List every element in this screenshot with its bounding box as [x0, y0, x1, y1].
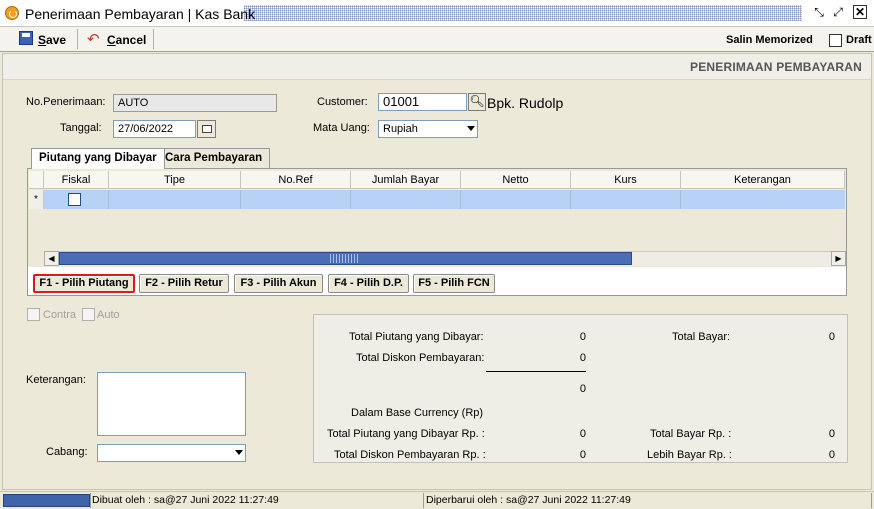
fiskal-checkbox[interactable]	[68, 193, 81, 206]
pilih-dp-button[interactable]: F4 - Pilih D.P.	[328, 274, 409, 293]
chevron-down-icon	[235, 450, 243, 455]
total-diskon-rp-label: Total Diskon Pembayaran Rp. :	[334, 449, 486, 461]
mata-uang-label: Mata Uang:	[313, 122, 370, 134]
customer-field[interactable]: 01001	[378, 93, 467, 111]
total-bayar-rp-value: 0	[828, 428, 835, 440]
tab-piutang-yang-dibayar[interactable]: Piutang yang Dibayar	[31, 148, 165, 169]
cabang-label: Cabang:	[46, 446, 88, 458]
col-header-jumlah-bayar[interactable]: Jumlah Bayar	[351, 171, 461, 189]
pilih-fcn-button[interactable]: F5 - Pilih FCN	[413, 274, 495, 293]
salin-memorized-button[interactable]: Salin Memorized	[726, 34, 813, 46]
lebih-bayar-rp-label: Lebih Bayar Rp. :	[647, 449, 732, 461]
contra-checkbox[interactable]	[27, 308, 40, 321]
draft-checkbox[interactable]	[829, 34, 842, 47]
total-diskon-value: 0	[579, 352, 586, 364]
auto-checkbox[interactable]	[82, 308, 95, 321]
contra-label: Contra	[43, 309, 77, 321]
col-header-no-ref[interactable]: No.Ref	[241, 171, 351, 189]
status-progress	[3, 494, 90, 507]
total-piutang-rp-label: Total Piutang yang Dibayar Rp. :	[327, 428, 485, 440]
pilih-akun-button[interactable]: F3 - Pilih Akun	[234, 274, 323, 293]
undo-arrow-icon: ↶	[87, 31, 100, 48]
sum-divider	[486, 371, 586, 372]
no-penerimaan-label: No.Penerimaan:	[26, 96, 106, 108]
tanggal-label: Tanggal:	[60, 122, 102, 134]
pilih-piutang-button[interactable]: F1 - Pilih Piutang	[33, 274, 135, 293]
total-bayar-value: 0	[828, 331, 835, 343]
grid-corner	[29, 171, 44, 189]
total-bayar-label: Total Bayar:	[672, 331, 731, 343]
page-title: PENERIMAAN PEMBAYARAN	[689, 60, 862, 74]
total-piutang-value: 0	[579, 331, 586, 343]
save-button[interactable]: Save	[38, 31, 66, 49]
restore-icon[interactable]: ⤡	[811, 5, 827, 21]
scroll-left-icon[interactable]: ◀	[44, 251, 59, 266]
calendar-icon	[202, 125, 212, 133]
scroll-grip	[330, 254, 358, 263]
updated-by-text: Diperbarui oleh : sa@27 Juni 2022 11:27:…	[426, 494, 631, 506]
app-icon	[5, 6, 19, 20]
calendar-button[interactable]	[197, 120, 216, 138]
total-piutang-label: Total Piutang yang Dibayar:	[349, 331, 484, 343]
col-header-keterangan[interactable]: Keterangan	[681, 171, 845, 189]
chevron-down-icon	[467, 126, 475, 131]
tab-cara-pembayaran[interactable]: Cara Pembayaran	[157, 148, 271, 168]
subtotal-value: 0	[579, 383, 586, 395]
row-indicator: *	[29, 190, 44, 209]
maximize-icon[interactable]: ⤢	[830, 5, 846, 21]
auto-label: Auto	[97, 309, 120, 321]
base-currency-label: Dalam Base Currency (Rp)	[351, 407, 484, 419]
draft-label: Draft	[846, 34, 872, 46]
customer-name: Bpk. Rudolp	[487, 95, 564, 111]
table-row[interactable]	[44, 190, 845, 209]
lebih-bayar-rp-value: 0	[828, 449, 835, 461]
no-penerimaan-field: AUTO	[113, 94, 277, 112]
keterangan-textarea[interactable]	[97, 372, 246, 436]
total-diskon-rp-value: 0	[579, 449, 586, 461]
window-title: Penerimaan Pembayaran | Kas Bank	[25, 6, 256, 22]
col-header-fiskal[interactable]: Fiskal	[44, 171, 109, 189]
total-piutang-rp-value: 0	[579, 428, 586, 440]
col-header-kurs[interactable]: Kurs	[571, 171, 681, 189]
created-by-text: Dibuat oleh : sa@27 Juni 2022 11:27:49	[92, 494, 279, 506]
keterangan-label: Keterangan:	[26, 374, 86, 386]
pilih-retur-button[interactable]: F2 - Pilih Retur	[139, 274, 229, 293]
cancel-button[interactable]: Cancel	[107, 31, 146, 49]
cabang-select[interactable]	[97, 444, 246, 462]
total-diskon-label: Total Diskon Pembayaran:	[356, 352, 485, 364]
tanggal-field[interactable]: 27/06/2022	[113, 120, 196, 138]
save-icon	[19, 31, 33, 45]
col-header-netto[interactable]: Netto	[461, 171, 571, 189]
col-header-tipe[interactable]: Tipe	[109, 171, 241, 189]
scroll-right-icon[interactable]: ▶	[831, 251, 846, 266]
total-bayar-rp-label: Total Bayar Rp. :	[650, 428, 732, 440]
search-icon[interactable]: 🔍︎	[468, 93, 486, 111]
close-icon[interactable]: ✕	[853, 5, 867, 19]
mata-uang-select[interactable]: Rupiah	[378, 120, 478, 138]
customer-label: Customer:	[317, 96, 368, 108]
